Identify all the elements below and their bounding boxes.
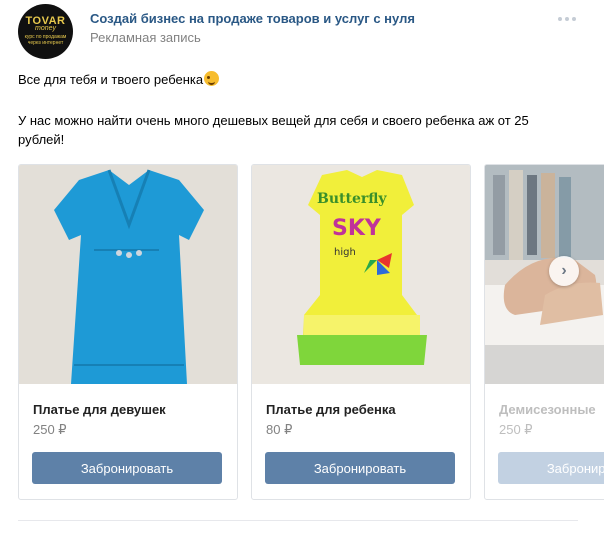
svg-text:high: high [334, 247, 356, 258]
avatar-tagline: курс по продажам через интернет [24, 34, 67, 46]
product-name: Платье для ребенка [266, 402, 396, 417]
svg-text:Butterfly: Butterfly [317, 191, 387, 207]
product-image-yellow-dress: Butterfly SKY high [252, 165, 470, 384]
post-author-title[interactable]: Создай бизнес на продаже товаров и услуг… [90, 11, 415, 26]
product-card[interactable]: Butterfly SKY high Платье для ребенка 80… [251, 164, 471, 500]
post-text-line2: У нас можно найти очень много дешевых ве… [18, 113, 529, 147]
reserve-button[interactable]: Забронировать [32, 452, 222, 484]
avatar[interactable]: TOVAR money курс по продажам через интер… [18, 4, 73, 59]
product-price: 250 ₽ [499, 422, 533, 437]
svg-text:SKY: SKY [332, 216, 382, 241]
product-price: 250 ₽ [33, 422, 67, 437]
product-price: 80 ₽ [266, 422, 293, 437]
avatar-logo-subtext: money [34, 25, 56, 32]
reserve-button[interactable]: Забронировать [498, 452, 604, 484]
ad-post: TOVAR money курс по продажам через интер… [0, 0, 604, 535]
product-carousel: Платье для девушек 250 ₽ Забронировать B… [18, 164, 604, 500]
reserve-button[interactable]: Забронировать [265, 452, 455, 484]
post-text-line1-content: Все для тебя и твоего ребенка [18, 72, 204, 87]
product-card[interactable]: Демисезонные 250 ₽ Забронировать [484, 164, 604, 500]
product-name: Демисезонные [499, 402, 596, 417]
product-image-blue-dress [19, 165, 237, 384]
chevron-right-icon[interactable]: › [549, 256, 579, 286]
ellipsis-icon[interactable] [558, 14, 580, 24]
post-text-line1: Все для тебя и твоего ребенка [18, 71, 220, 87]
product-image-shoes [485, 165, 604, 384]
product-name: Платье для девушек [33, 402, 166, 417]
post-divider [18, 520, 578, 521]
wink-emoji-icon [204, 71, 220, 86]
product-card[interactable]: Платье для девушек 250 ₽ Забронировать [18, 164, 238, 500]
ad-label: Рекламная запись [90, 30, 201, 45]
